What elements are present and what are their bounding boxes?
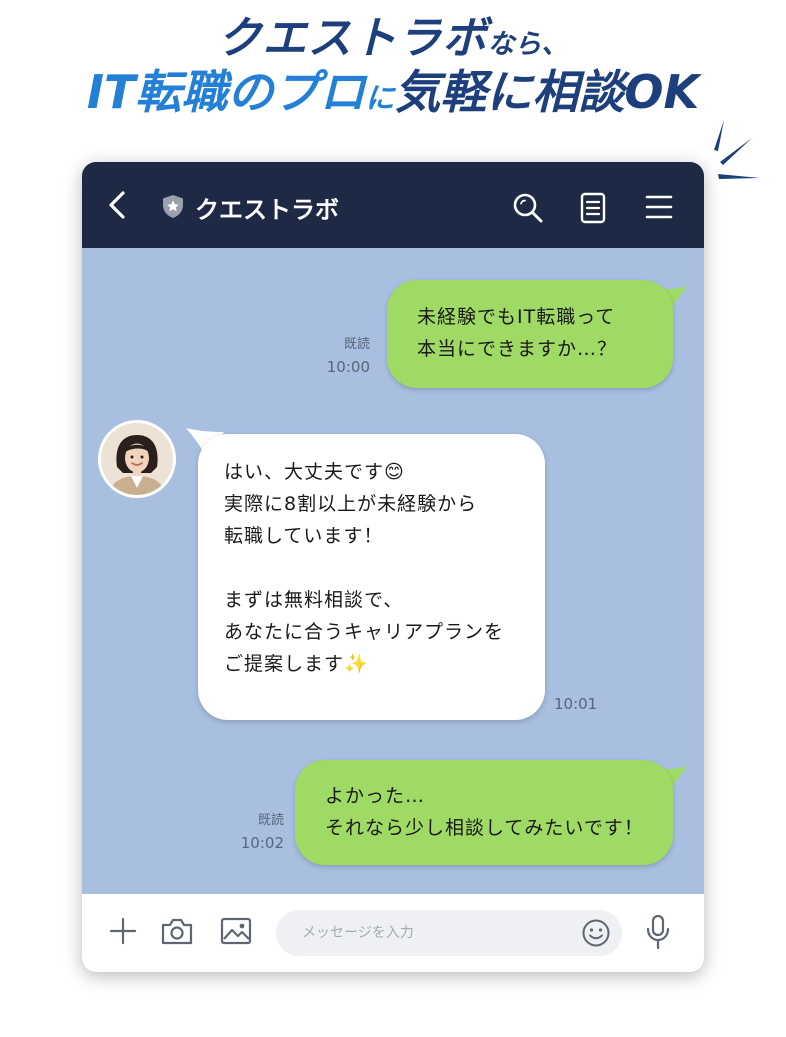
page: クエストラボなら、 IT転職のプロに気軽に相談OK クエストラボ 既読 10:0… — [0, 0, 786, 1037]
headline-particle: に — [365, 81, 395, 115]
chat-header: クエストラボ — [82, 162, 704, 248]
notes-icon[interactable] — [580, 192, 606, 224]
message-bubble-agent: はい、大丈夫です😊 実際に8割以上が未経験から 転職しています！ まずは無料相談… — [198, 434, 545, 720]
message-meta: 既読 10:02 — [228, 810, 284, 854]
shield-star-icon — [163, 195, 183, 218]
back-chevron-icon[interactable] — [106, 191, 130, 219]
message-bubble-user: よかった… それなら少し相談してみたいです！ — [295, 760, 673, 865]
message-time: 10:02 — [240, 834, 284, 852]
camera-icon[interactable] — [160, 916, 194, 946]
emoji-icon[interactable] — [581, 918, 611, 948]
headline-it-pro: IT転職のプロ — [86, 65, 366, 119]
headline-line-2: IT転職のプロに気軽に相談OK — [0, 56, 786, 122]
chat-title: クエストラボ — [195, 196, 339, 224]
accent-lines-icon — [714, 120, 760, 179]
message-input-bar — [82, 894, 704, 972]
message-bubble-user: 未経験でもIT転職って 本当にできますか…？ — [387, 280, 673, 388]
avatar — [98, 420, 176, 498]
message-time: 10:01 — [554, 695, 598, 713]
advisor-avatar-icon — [101, 423, 173, 495]
image-icon[interactable] — [220, 916, 252, 946]
message-input[interactable] — [276, 910, 622, 956]
search-icon[interactable] — [512, 192, 544, 224]
plus-icon[interactable] — [108, 916, 138, 946]
menu-icon[interactable] — [645, 194, 673, 220]
read-receipt: 既読 — [257, 813, 284, 828]
microphone-icon[interactable] — [645, 914, 671, 950]
message-time: 10:00 — [326, 358, 370, 376]
chat-window: クエストラボ 既読 10:00 未経験でもIT転職って 本当にできますか…？ は… — [82, 162, 704, 972]
headline-consult: 気軽に相談OK — [394, 65, 700, 119]
read-receipt: 既読 — [343, 337, 370, 352]
message-meta: 既読 10:00 — [314, 334, 370, 378]
